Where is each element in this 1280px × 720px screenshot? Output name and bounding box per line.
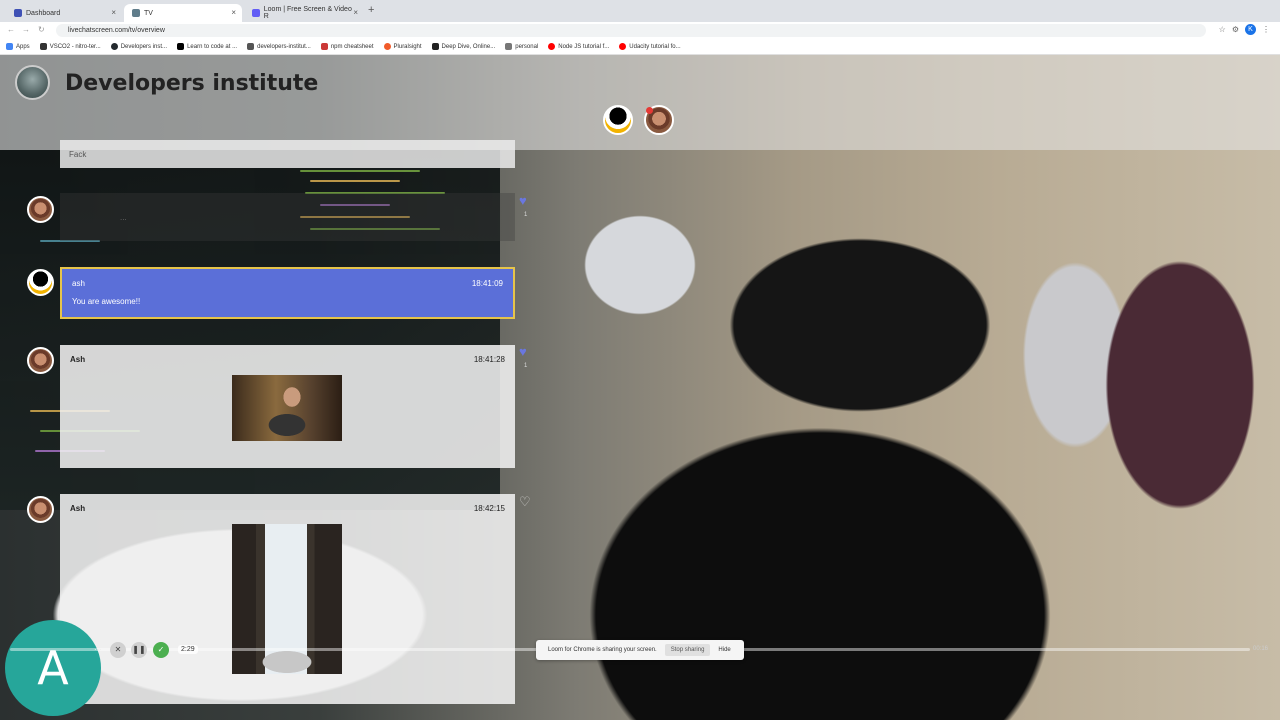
- finish-recording-icon[interactable]: ✓: [153, 642, 169, 658]
- bookmark-item[interactable]: developers-institut...: [247, 43, 311, 50]
- bookmark-item[interactable]: Node JS tutorial f...: [548, 43, 609, 50]
- chat-screen: Developers institute Fack ... ♥ 1 ash 18…: [0, 55, 1280, 720]
- pause-icon[interactable]: ❚❚: [131, 642, 147, 658]
- bookmark-item[interactable]: npm cheatsheet: [320, 43, 374, 50]
- header-band: [0, 55, 1280, 150]
- chat-message[interactable]: Ash 18:41:28: [60, 345, 515, 468]
- message-time: 18:41:28: [473, 355, 505, 364]
- bookmark-item[interactable]: Developers inst...: [110, 43, 167, 50]
- org-logo: [15, 65, 50, 100]
- folder-icon: [505, 43, 513, 50]
- message-avatar: [27, 496, 54, 523]
- message-body: ...: [120, 213, 127, 222]
- chat-message[interactable]: Ash 18:42:15: [60, 494, 515, 704]
- tab-dashboard[interactable]: Dashboard ×: [6, 4, 122, 22]
- bookmarks-bar: Apps VSCO2 - nitro-ter... Developers ins…: [0, 39, 1280, 55]
- npm-icon: [320, 43, 328, 50]
- bookmark-item[interactable]: Udacity tutorial fo...: [619, 43, 681, 50]
- youtube-icon: [619, 43, 627, 50]
- message-time: 18:42:15: [473, 504, 505, 513]
- online-user-avatar[interactable]: [603, 105, 633, 135]
- chat-message[interactable]: ...: [60, 193, 515, 241]
- like-count: 1: [524, 363, 528, 369]
- like-heart-icon[interactable]: ♥: [519, 344, 527, 359]
- tab-tv[interactable]: TV ×: [124, 4, 242, 22]
- like-heart-outline-icon[interactable]: ♡: [519, 494, 531, 510]
- close-tab-icon[interactable]: ×: [111, 8, 116, 17]
- message-avatar: [27, 269, 54, 296]
- chat-message-selected[interactable]: ash 18:41:09 You are awesome!!: [60, 267, 515, 319]
- cancel-recording-icon[interactable]: ✕: [110, 642, 126, 658]
- message-avatar: [27, 196, 54, 223]
- share-notice-text: Loom for Chrome is sharing your screen.: [548, 647, 657, 653]
- tab-favicon-icon: [132, 9, 140, 17]
- tab-strip: Dashboard × TV × Loom | Free Screen & Vi…: [0, 0, 1280, 22]
- bookmark-item[interactable]: personal: [505, 43, 538, 50]
- close-tab-icon[interactable]: ×: [231, 8, 236, 17]
- tab-label: Loom | Free Screen & Video R: [263, 6, 352, 20]
- new-tab-button[interactable]: +: [368, 4, 374, 16]
- apps-icon: [6, 43, 13, 50]
- hide-button[interactable]: Hide: [718, 647, 730, 653]
- tab-label: TV: [144, 9, 153, 17]
- tab-loom[interactable]: Loom | Free Screen & Video R ×: [244, 4, 364, 22]
- recording-end-time: 00:16: [1252, 646, 1268, 652]
- bookmark-favicon-icon: [177, 43, 185, 50]
- message-author: ash: [72, 279, 85, 288]
- tab-favicon-icon: [14, 9, 22, 17]
- bookmark-favicon-icon: [247, 43, 255, 50]
- reload-icon[interactable]: ↻: [38, 25, 45, 34]
- message-input[interactable]: Fack: [60, 140, 515, 168]
- youtube-icon: [548, 43, 556, 50]
- online-user-avatar[interactable]: [644, 105, 674, 135]
- more-icon[interactable]: ⋯: [90, 642, 106, 658]
- tab-label: Dashboard: [26, 9, 61, 17]
- recording-time: 2:29: [178, 645, 198, 654]
- message-body: You are awesome!!: [72, 297, 141, 306]
- like-heart-icon[interactable]: ♥: [519, 193, 527, 208]
- bookmark-favicon-icon: [431, 43, 439, 50]
- like-count: 1: [524, 212, 528, 218]
- browser-toolbar: ☆ ⚙ K ⋮: [1219, 24, 1270, 35]
- forward-icon[interactable]: →: [22, 25, 30, 34]
- bookmark-item[interactable]: Learn to code at ...: [177, 43, 237, 50]
- status-dot: [646, 107, 653, 114]
- message-author: Ash: [70, 355, 86, 364]
- back-icon[interactable]: ←: [7, 25, 15, 34]
- message-author: Ash: [70, 504, 86, 513]
- profile-avatar[interactable]: K: [1245, 24, 1256, 35]
- menu-icon[interactable]: ⋮: [1262, 25, 1270, 34]
- bookmark-item[interactable]: Pluralsight: [383, 43, 422, 50]
- bookmark-item[interactable]: Apps: [6, 43, 30, 50]
- address-bar-row: ← → ↻ livechatscreen.com/tv/overview ☆ ⚙…: [0, 22, 1280, 39]
- bookmark-favicon-icon: [39, 43, 47, 50]
- screen-share-notice: Loom for Chrome is sharing your screen. …: [536, 640, 744, 660]
- viewer-avatar[interactable]: A: [5, 620, 101, 716]
- page-title: Developers institute: [65, 71, 319, 96]
- url-input[interactable]: livechatscreen.com/tv/overview: [56, 24, 1206, 37]
- bookmark-star-icon[interactable]: ☆: [1219, 25, 1226, 34]
- close-tab-icon[interactable]: ×: [353, 8, 358, 17]
- bookmark-item[interactable]: VSCO2 - nitro-ter...: [39, 43, 101, 50]
- message-avatar: [27, 347, 54, 374]
- bookmark-item[interactable]: Deep Dive, Online...: [431, 43, 495, 50]
- message-time: 18:41:09: [471, 279, 503, 288]
- stop-sharing-button[interactable]: Stop sharing: [664, 644, 711, 656]
- github-icon: [110, 43, 118, 50]
- pluralsight-icon: [383, 43, 391, 50]
- extensions-icon[interactable]: ⚙: [1232, 25, 1239, 34]
- tab-favicon-icon: [252, 9, 260, 17]
- message-gif-image[interactable]: [232, 375, 342, 441]
